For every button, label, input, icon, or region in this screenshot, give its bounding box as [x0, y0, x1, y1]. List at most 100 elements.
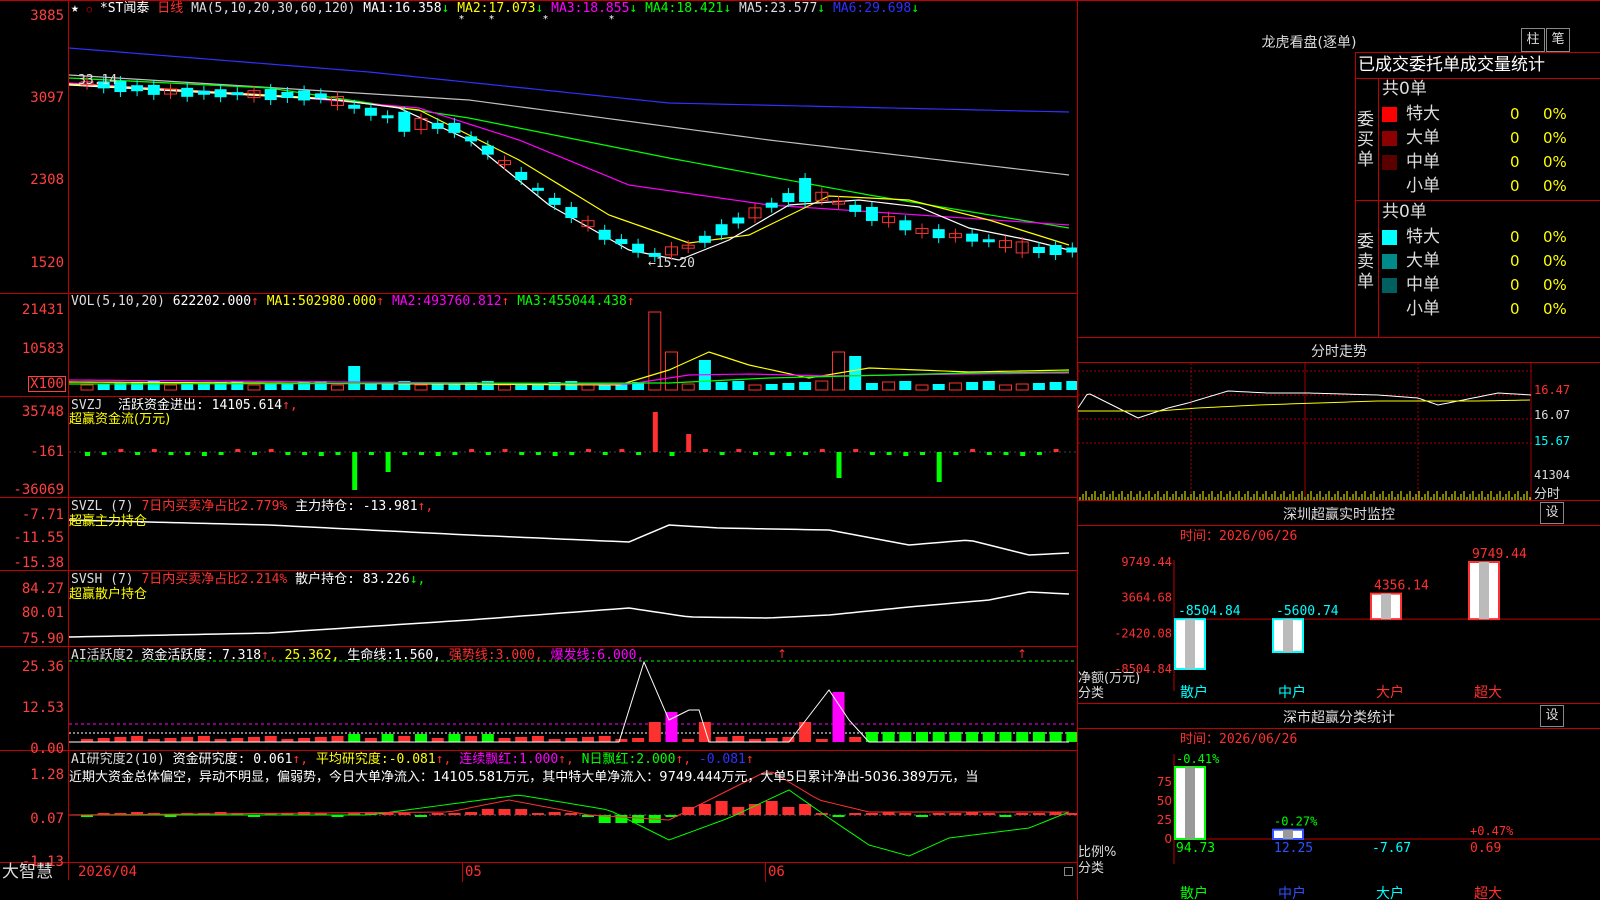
- volume-bar: [97, 384, 110, 390]
- svsh-desc: 7日内买卖净占比2.214%: [141, 572, 288, 587]
- burst-line-value: 6.000,: [597, 648, 645, 663]
- stats-bar-shade: [1185, 767, 1195, 839]
- sell-s-qty: 0: [1510, 300, 1520, 318]
- monitor-y-tick: 9749.44: [1121, 555, 1172, 569]
- stats-y-tick: 50: [1157, 794, 1172, 808]
- active-bar: [999, 732, 1012, 742]
- buy-xl-qty: 0: [1510, 105, 1520, 123]
- intraday-tick-1: 16.47: [1534, 383, 1571, 397]
- monitor-bar-shade: [1381, 593, 1391, 620]
- active-bar: [1066, 732, 1077, 742]
- svzj-bar: [252, 452, 257, 455]
- svzj-tick-3: -36069: [13, 482, 64, 498]
- intraday-chart[interactable]: [1078, 363, 1532, 500]
- stats-class-label: 分类: [1078, 861, 1105, 876]
- active-bar: [682, 739, 695, 742]
- volume-bar: [915, 384, 929, 391]
- svzl-label: 主力持仓:: [295, 499, 355, 514]
- volume-bar: [181, 384, 194, 390]
- active-bar: [832, 692, 845, 742]
- svzj-bar: [419, 452, 424, 455]
- candle-down: [765, 202, 778, 208]
- svzj-bar: [986, 452, 992, 455]
- intraday-title: 分时走势: [1311, 344, 1367, 360]
- buy-m-qty: 0: [1510, 153, 1520, 171]
- svzj-bar: [502, 449, 508, 452]
- active-bar: [381, 734, 394, 742]
- active-bar: [431, 738, 444, 742]
- svzj-bar: [1036, 452, 1042, 455]
- candle-down: [1032, 247, 1045, 253]
- sell-xl-pct: 0%: [1543, 228, 1567, 246]
- active-bar: [932, 732, 945, 742]
- tab-tick-detail[interactable]: 笔: [1546, 28, 1570, 52]
- intraday-tick-2: 16.07: [1534, 408, 1571, 422]
- svzj-bar: [736, 449, 742, 452]
- svzl-tick-2: -11.55: [13, 530, 64, 546]
- active-bar: [899, 732, 912, 742]
- active-bar: [582, 737, 594, 742]
- sell-xl-name: 特大: [1406, 227, 1440, 247]
- buy-l-name: 大单: [1406, 128, 1440, 148]
- ai-active-panel-header: AI活跃度2 资金活跃度: 7.318↑, 25.362, 生命线:1.560,…: [71, 648, 644, 663]
- research-bar: [799, 804, 812, 815]
- candle-down: [515, 171, 528, 180]
- kline-chart-canvas[interactable]: * * * * ↑ ↑: [69, 0, 1077, 862]
- monitor-category-label: 散户: [1180, 684, 1208, 701]
- svzj-bar: [569, 452, 575, 455]
- research-avg-line: [69, 789, 1070, 857]
- monitor-category-label: 大户: [1376, 684, 1404, 701]
- research-bar: [448, 813, 461, 815]
- vol-ma2-value: 493760.812: [423, 294, 502, 309]
- sell-l-name: 大单: [1406, 251, 1440, 271]
- svzj-panel-header: SVZJ 活跃资金进出: 14105.614↑,: [71, 398, 298, 413]
- candle-down: [231, 92, 244, 96]
- research-bar: [632, 815, 645, 823]
- svzj-subtitle: 超赢资金流(万元): [69, 412, 171, 427]
- svsh-value: 83.226: [362, 572, 410, 587]
- vol-ma2-arrow: ↑: [501, 294, 510, 309]
- stats-bar-chart: 75 50 25 0 -0.41% 94.73 散户 -0.27% 12.25 中户 -7.67 大户…: [1157, 752, 1600, 900]
- monitor-y-tick: 3664.68: [1121, 591, 1172, 605]
- volume-bar: [565, 381, 578, 390]
- vol-ma2-label: MA2:: [391, 294, 424, 309]
- star-marker: *: [459, 14, 464, 25]
- candle-down: [548, 197, 561, 205]
- svzj-bar: [619, 449, 625, 452]
- candle-down: [465, 136, 478, 142]
- research-bar: [531, 813, 544, 815]
- intraday-tick-3: 15.67: [1534, 434, 1571, 448]
- active-bar: [916, 732, 928, 742]
- research-bar: [698, 804, 711, 815]
- tab-bar-chart[interactable]: 柱: [1521, 28, 1545, 52]
- vol-title: VOL(5,10,20): [71, 294, 165, 309]
- svsh-title: SVSH (7): [71, 572, 134, 587]
- main-chart-area[interactable]: ★ ○ *ST闻泰 日线 MA(5,10,20,30,60,120) MA1:1…: [0, 0, 1600, 900]
- volume-bar: [865, 383, 878, 390]
- svzj-bar: [185, 452, 191, 455]
- vol-ma1-label: MA1:: [266, 294, 298, 309]
- active-bar: [314, 737, 327, 742]
- volume-bar: [164, 384, 177, 391]
- svzj-bar: [602, 452, 608, 455]
- intraday-panel[interactable]: 分时走势 16.47 16.07 15.67 41304 分时: [1078, 338, 1600, 502]
- strong-line-label: 强势线:: [448, 648, 496, 663]
- research-bar: [481, 809, 494, 815]
- ai-active-arrow: ↑,: [261, 648, 277, 663]
- svzj-bar: [686, 434, 692, 452]
- lifeline-value: 1.560,: [394, 648, 442, 663]
- candle-down: [431, 122, 444, 129]
- buy-side-label: 委买单: [1357, 110, 1374, 170]
- active-tick-2: 12.53: [21, 700, 64, 716]
- stats-value-label: 0.69: [1470, 841, 1501, 856]
- avg-research-value: -0.081: [388, 752, 436, 767]
- research-bar: [515, 809, 528, 815]
- lock-icon[interactable]: [1064, 867, 1073, 876]
- candle-down: [1049, 245, 1062, 255]
- active-bar: [815, 739, 828, 742]
- volume-bar: [982, 381, 995, 390]
- stats-y-tick: 25: [1157, 813, 1172, 827]
- monitor-bar-shade: [1185, 619, 1195, 669]
- low-price-label: ←15.20: [648, 256, 695, 271]
- active-bar: [949, 732, 962, 742]
